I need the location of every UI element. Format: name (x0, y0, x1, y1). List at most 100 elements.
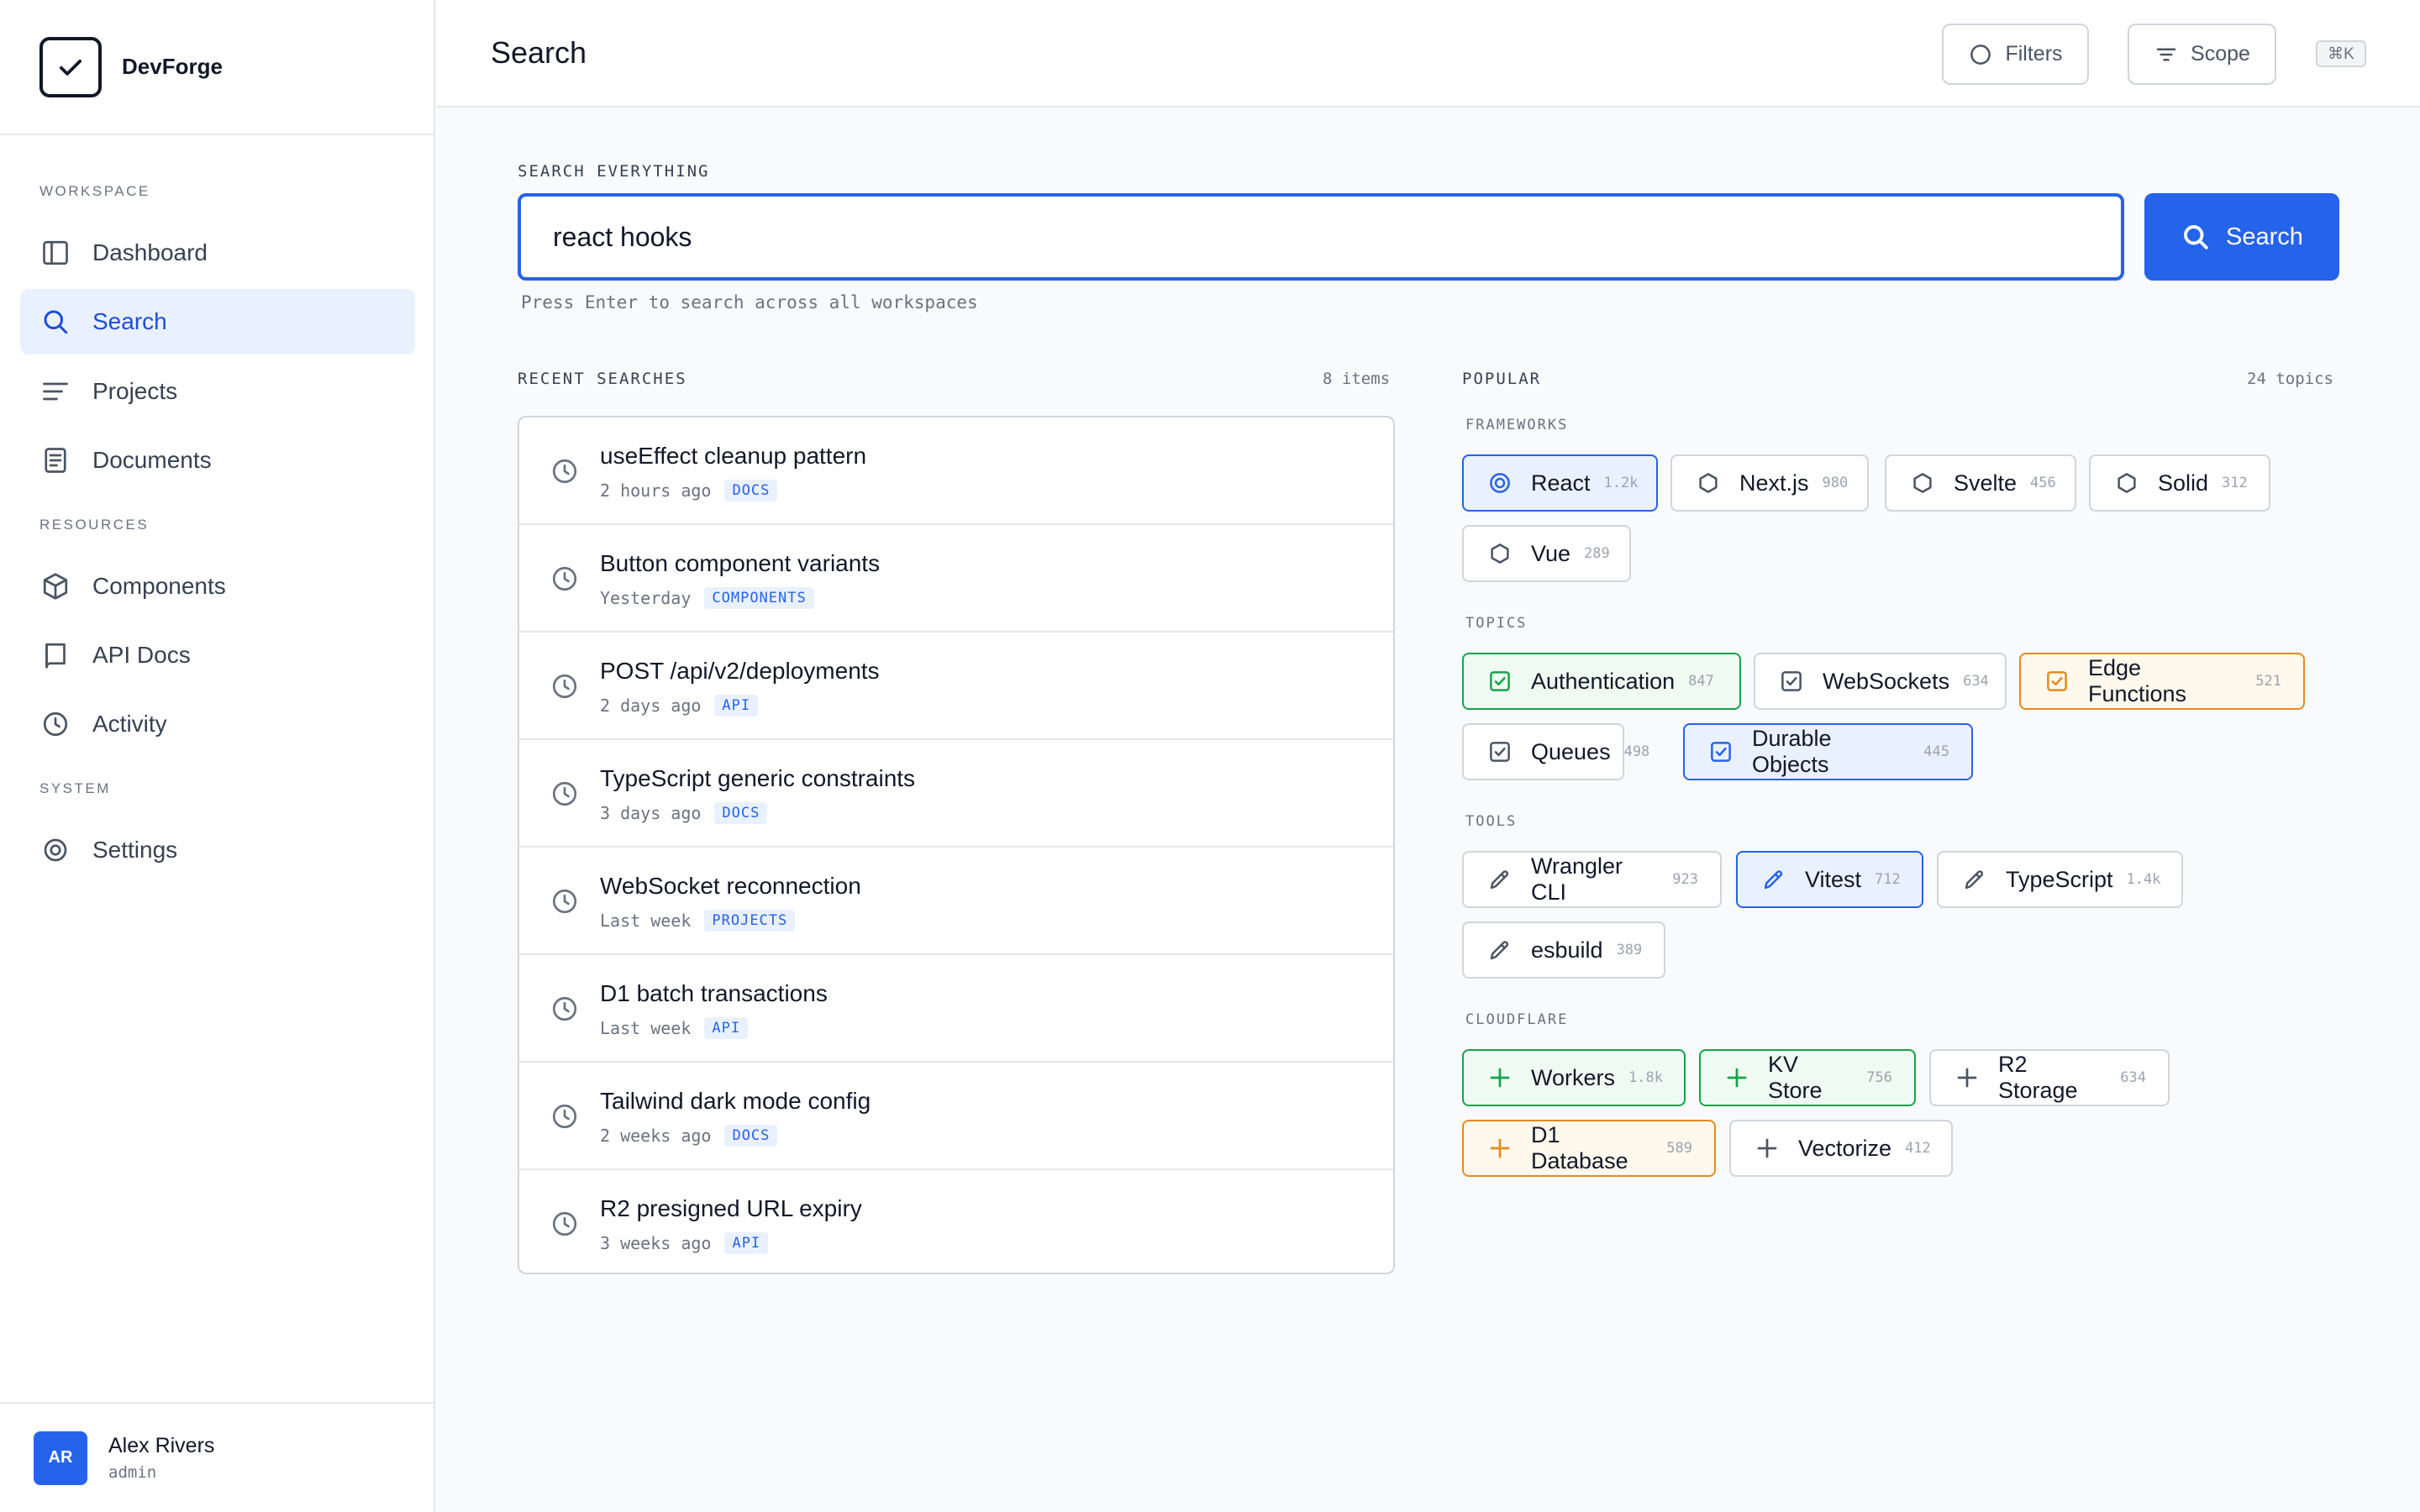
sidebar-item-settings[interactable]: Settings (20, 817, 415, 883)
chip-count: 1.2k (1603, 475, 1639, 491)
chip-label: Next.js (1739, 470, 1809, 496)
chip-label: Workers (1531, 1064, 1616, 1090)
chip-count: 923 (1672, 871, 1698, 888)
recent-search-row[interactable]: Tailwind dark mode config 2 weeks ago DOCS (519, 1063, 1393, 1170)
topic-chip[interactable]: Queues 498 (1462, 723, 1649, 780)
topic-chip[interactable]: Next.js 980 (1670, 454, 1869, 512)
clock-icon (43, 711, 68, 737)
recent-search-title: R2 presigned URL expiry (600, 1195, 862, 1221)
recent-search-time: 2 weeks ago (600, 1126, 712, 1146)
user-role: admin (108, 1463, 157, 1482)
topic-chip[interactable]: Vectorize 412 (1729, 1120, 1953, 1177)
recent-search-row[interactable]: TypeScript generic constraints 3 days ago… (519, 740, 1393, 848)
recent-count: 8 items (1323, 370, 1391, 388)
section-system: SYSTEM (39, 780, 111, 796)
book-icon (45, 643, 66, 669)
topic-chip[interactable]: TypeScript 1.4k (1937, 851, 2183, 908)
checkbox-icon (1781, 671, 1802, 691)
category-tag: COMPONENTS (704, 587, 814, 609)
topic-chip[interactable]: KV Store 756 (1699, 1049, 1916, 1106)
search-button[interactable]: Search (2144, 193, 2339, 281)
recent-search-row[interactable]: R2 presigned URL expiry 3 weeks ago API (519, 1170, 1393, 1273)
hexagon-icon (1699, 473, 1718, 493)
sort-lines-icon (2156, 48, 2176, 60)
sidebar-item-dashboard[interactable]: Dashboard (20, 220, 415, 286)
section-resources: RESOURCES (39, 517, 150, 533)
chip-label: Solid (2158, 470, 2209, 496)
recent-search-title: Tailwind dark mode config (600, 1088, 871, 1114)
top-header: Search Filters Scope ⌘K (437, 0, 2420, 108)
category-tag: DOCS (714, 802, 768, 824)
brand-name: DevForge (122, 54, 223, 79)
popular-count: 24 topics (2247, 370, 2333, 388)
recent-search-time: 2 hours ago (600, 480, 712, 501)
recent-search-time: Yesterday (600, 588, 692, 608)
plus-icon (1757, 1138, 1777, 1158)
topic-chip[interactable]: esbuild 389 (1462, 921, 1665, 979)
checkmark-icon[interactable] (39, 36, 102, 97)
recent-search-title: D1 batch transactions (600, 980, 828, 1006)
recent-search-row[interactable]: POST /api/v2/deployments 2 days ago API (519, 633, 1393, 740)
search-button-label: Search (2226, 223, 2303, 250)
recent-search-row[interactable]: Button component variants Yesterday COMPON… (519, 525, 1393, 633)
topic-chip[interactable]: React 1.2k (1462, 454, 1658, 512)
shortcut-hint: ⌘K (2316, 40, 2366, 67)
category-tag: DOCS (724, 480, 778, 501)
checkbox-icon (2047, 671, 2067, 691)
topic-chip[interactable]: Svelte 456 (1885, 454, 2076, 512)
scope-button[interactable]: Scope (2128, 24, 2276, 85)
chip-label: R2 Storage (1998, 1052, 2078, 1103)
layout-icon (43, 240, 68, 265)
chip-label: Vue (1531, 540, 1571, 566)
topic-chip[interactable]: R2 Storage 634 (1929, 1049, 2170, 1106)
plus-icon (1957, 1068, 1977, 1088)
topic-chip[interactable]: Authentication 847 (1462, 653, 1741, 710)
chip-count: 389 (1616, 942, 1643, 958)
chip-label: TypeScript (2006, 866, 2113, 892)
pencil-icon (1965, 870, 1984, 890)
topic-chip[interactable]: Workers 1.8k (1462, 1049, 1686, 1106)
chip-label: Edge Functions (2088, 655, 2187, 706)
chip-count: 312 (2222, 475, 2248, 491)
clock-icon (552, 996, 577, 1021)
plus-icon (1490, 1068, 1510, 1088)
recent-search-row[interactable]: WebSocket reconnection Last week PROJECTS (519, 848, 1393, 955)
topic-chip[interactable]: D1 Database 589 (1462, 1120, 1716, 1177)
filters-button[interactable]: Filters (1942, 24, 2089, 85)
user-profile[interactable]: AR Alex Rivers admin (0, 1402, 434, 1512)
topic-chip[interactable]: Vue 289 (1462, 525, 1631, 582)
sidebar-item-activity[interactable]: Activity (20, 691, 415, 757)
group-title: CLOUDFLARE (1465, 1011, 1569, 1028)
topic-chip[interactable]: Vitest 712 (1736, 851, 1923, 908)
chip-count: 847 (1688, 673, 1714, 690)
search-input[interactable] (518, 193, 2124, 281)
hexagon-icon (2118, 473, 2136, 493)
chip-label: React (1531, 470, 1591, 496)
avatar: AR (34, 1431, 87, 1485)
lines-icon (43, 382, 68, 401)
filters-label: Filters (2005, 42, 2063, 66)
sidebar-item-components[interactable]: Components (20, 554, 415, 619)
topic-chip[interactable]: Wrangler CLI 923 (1462, 851, 1722, 908)
sidebar-item-api-docs[interactable]: API Docs (20, 622, 415, 688)
category-tag: API (714, 695, 759, 717)
recent-search-row[interactable]: D1 batch transactions Last week API (519, 955, 1393, 1063)
target-icon (1490, 473, 1510, 493)
checkbox-icon (1711, 742, 1731, 762)
sidebar-item-documents[interactable]: Documents (20, 428, 415, 493)
pencil-icon (1490, 870, 1509, 890)
chip-label: Svelte (1954, 470, 2018, 496)
topic-chip[interactable]: Solid 312 (2089, 454, 2270, 512)
box-icon (43, 573, 68, 600)
clock-icon (552, 674, 577, 699)
sidebar-item-projects[interactable]: Projects (20, 359, 415, 424)
sidebar-item-search[interactable]: Search (20, 289, 415, 354)
category-tag: API (704, 1017, 749, 1039)
recent-search-row[interactable]: useEffect cleanup pattern 2 hours ago DOCS (519, 417, 1393, 525)
topic-chip[interactable]: Edge Functions 521 (2019, 653, 2305, 710)
chip-label: Vectorize (1798, 1135, 1892, 1161)
topic-chip[interactable]: Durable Objects 445 (1683, 723, 1973, 780)
recent-searches-list: useEffect cleanup pattern 2 hours ago DOCS… (518, 416, 1395, 1274)
chip-count: 589 (1666, 1140, 1692, 1157)
topic-chip[interactable]: WebSockets 634 (1754, 653, 2007, 710)
